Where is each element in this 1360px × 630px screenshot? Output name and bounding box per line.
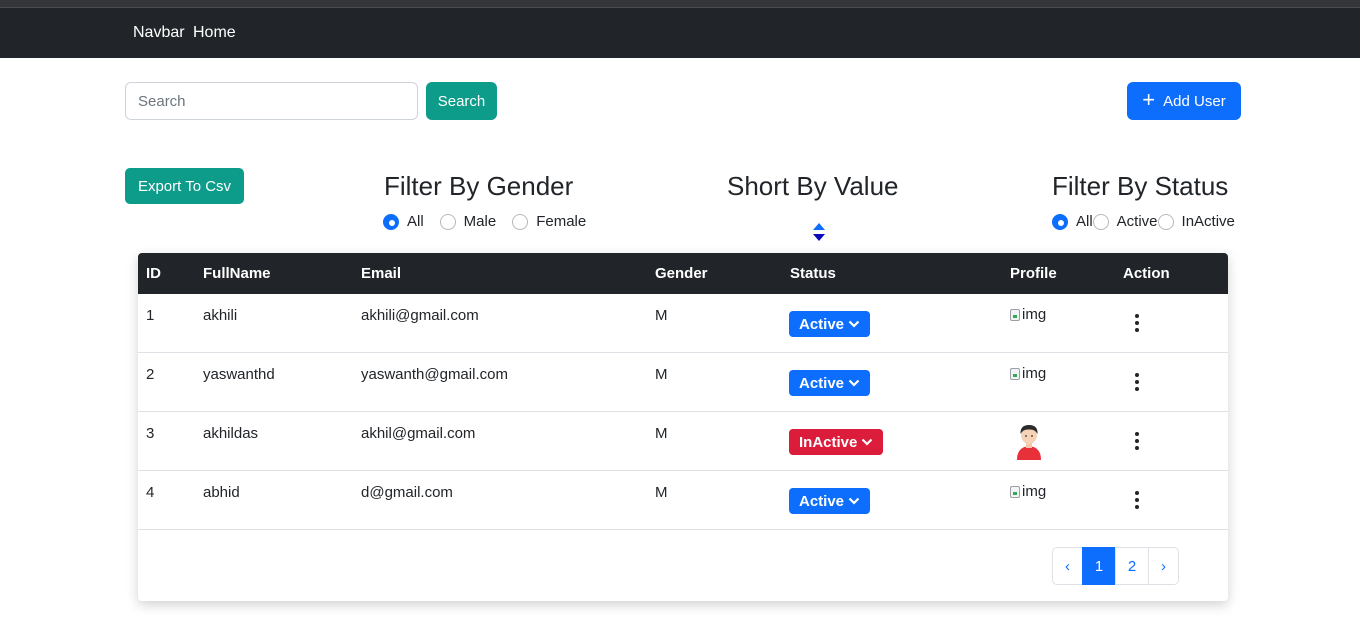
header-id: ID <box>146 265 161 282</box>
gender-radio-female[interactable] <box>512 213 529 230</box>
cell-id: 1 <box>146 307 155 324</box>
cell-gender: M <box>655 307 668 324</box>
cell-gender: M <box>655 366 668 383</box>
chevron-down-icon <box>848 379 860 387</box>
cell-email: yaswanth@gmail.com <box>361 366 508 383</box>
header-action: Action <box>1123 265 1170 282</box>
search-input[interactable] <box>125 82 418 120</box>
sort-title: Short By Value <box>727 171 899 201</box>
gender-radio-female-label[interactable]: Female <box>536 213 586 230</box>
status-filter-group: All Active InActive <box>1052 213 1235 230</box>
navbar-brand[interactable]: Navbar <box>133 24 185 42</box>
header-fullname: FullName <box>203 265 271 282</box>
status-filter-title: Filter By Status <box>1052 171 1229 201</box>
table-row: 2 yaswanthd yaswanth@gmail.com M Active … <box>138 353 1228 412</box>
broken-image-icon <box>1010 367 1020 380</box>
status-label: InActive <box>799 433 858 451</box>
nav-link-home[interactable]: Home <box>193 24 236 42</box>
status-label: Active <box>799 374 845 392</box>
kebab-menu-icon[interactable] <box>1131 313 1143 333</box>
pagination-prev[interactable]: ‹ <box>1052 547 1083 585</box>
gender-radio-male-label[interactable]: Male <box>464 213 497 230</box>
profile-alt-text: img <box>1022 306 1047 323</box>
gender-filter-title: Filter By Gender <box>384 171 574 201</box>
chevron-down-icon <box>848 320 860 328</box>
header-email: Email <box>361 265 402 282</box>
add-user-label: Add User <box>1163 92 1226 110</box>
header-status: Status <box>790 265 836 282</box>
search-button[interactable]: Search <box>426 82 497 120</box>
plus-icon: + <box>1142 87 1156 112</box>
cell-fullname: yaswanthd <box>203 366 275 383</box>
profile-image: img <box>1010 483 1046 500</box>
kebab-menu-icon[interactable] <box>1131 490 1143 510</box>
pagination-next[interactable]: › <box>1148 547 1179 585</box>
header-profile: Profile <box>1010 265 1057 282</box>
status-radio-all[interactable] <box>1052 213 1068 230</box>
cell-id: 2 <box>146 366 155 383</box>
gender-radio-male[interactable] <box>439 213 456 230</box>
cell-fullname: abhid <box>203 484 240 501</box>
cell-id: 4 <box>146 484 155 501</box>
profile-alt-text: img <box>1022 365 1047 382</box>
status-dropdown[interactable]: Active <box>789 311 871 337</box>
status-radio-inactive[interactable] <box>1157 213 1174 230</box>
status-dropdown[interactable]: InActive <box>789 429 884 455</box>
cell-email: akhili@gmail.com <box>361 307 479 324</box>
gender-filter-group: All Male Female <box>383 213 602 230</box>
user-avatar <box>1017 425 1041 460</box>
header-gender: Gender <box>655 265 708 282</box>
profile-alt-text: img <box>1022 483 1047 500</box>
status-radio-active[interactable] <box>1092 213 1109 230</box>
kebab-menu-icon[interactable] <box>1131 372 1143 392</box>
status-radio-all-label[interactable]: All <box>1076 213 1093 230</box>
sort-updown-icon[interactable] <box>812 222 826 242</box>
chevron-down-icon <box>848 497 860 505</box>
add-user-button[interactable]: + Add User <box>1127 82 1241 120</box>
navbar: Navbar Home <box>0 8 1360 58</box>
status-dropdown[interactable]: Active <box>789 370 871 396</box>
table-header: ID FullName Email Gender Status Profile … <box>138 253 1228 294</box>
kebab-menu-icon[interactable] <box>1131 431 1143 451</box>
table-row: 1 akhili akhili@gmail.com M Active img <box>138 294 1228 353</box>
export-csv-button[interactable]: Export To Csv <box>125 168 244 204</box>
status-label: Active <box>799 492 845 510</box>
status-dropdown[interactable]: Active <box>789 488 871 514</box>
status-radio-inactive-label[interactable]: InActive <box>1182 213 1235 230</box>
gender-radio-all-label[interactable]: All <box>407 213 424 230</box>
profile-image: img <box>1010 365 1046 382</box>
cell-fullname: akhili <box>203 307 238 324</box>
broken-image-icon <box>1010 485 1020 498</box>
pagination-page-2[interactable]: 2 <box>1115 547 1149 585</box>
profile-image: img <box>1010 306 1046 323</box>
pagination-page-1[interactable]: 1 <box>1082 547 1116 585</box>
cell-gender: M <box>655 484 668 501</box>
table-row: 3 akhildas akhil@gmail.com M InActive <box>138 412 1228 471</box>
status-label: Active <box>799 315 845 333</box>
users-table-card: ID FullName Email Gender Status Profile … <box>138 253 1228 601</box>
cell-email: d@gmail.com <box>361 484 453 501</box>
cell-gender: M <box>655 425 668 442</box>
gender-radio-all[interactable] <box>383 213 399 230</box>
cell-id: 3 <box>146 425 155 442</box>
broken-image-icon <box>1010 308 1020 321</box>
browser-top-strip <box>0 0 1360 8</box>
cell-email: akhil@gmail.com <box>361 425 476 442</box>
status-radio-active-label[interactable]: Active <box>1117 213 1158 230</box>
table-row: 4 abhid d@gmail.com M Active img <box>138 471 1228 530</box>
pagination: ‹ 1 2 › <box>1052 547 1179 585</box>
chevron-down-icon <box>862 438 873 446</box>
cell-fullname: akhildas <box>203 425 259 442</box>
